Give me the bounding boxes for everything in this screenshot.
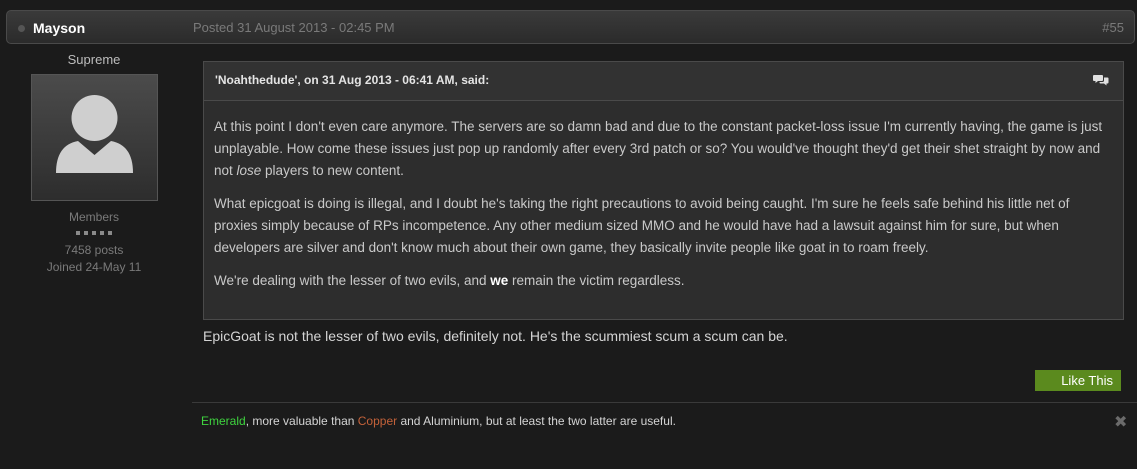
signature-text: and Aluminium, but at least the two latt…	[397, 414, 676, 428]
author-panel: Supreme Members 7458 posts Joined 24-May…	[20, 52, 168, 274]
signature-text: , more valuable than	[245, 414, 358, 428]
quote-header: 'Noahthedude', on 31 Aug 2013 - 06:41 AM…	[204, 62, 1123, 101]
author-post-count: 7458 posts	[64, 243, 124, 257]
reputation-pip	[108, 231, 112, 235]
post-number-link[interactable]: #55	[1102, 20, 1124, 35]
quote-bold: we	[490, 273, 509, 288]
close-signature-icon[interactable]: ✖	[1114, 412, 1127, 432]
view-quote-icon[interactable]	[1093, 74, 1109, 92]
default-user-icon	[55, 95, 133, 173]
signature-emerald-text: Emerald	[201, 414, 246, 428]
quote-paragraph: What epicgoat is doing is illegal, and I…	[214, 196, 1070, 255]
reputation-pip	[92, 231, 96, 235]
author-joined-date: Joined 24-May 11	[46, 260, 142, 274]
quote-body: At this point I don't even care anymore.…	[204, 101, 1123, 292]
reputation-pip	[84, 231, 88, 235]
quote-paragraph: At this point I don't even care anymore.…	[214, 116, 1113, 182]
quote-citation: 'Noahthedude', on 31 Aug 2013 - 06:41 AM…	[215, 73, 490, 87]
author-group: Members	[68, 210, 119, 224]
reputation-pip	[76, 231, 80, 235]
online-status-icon	[18, 25, 25, 32]
reputation-pip	[100, 231, 104, 235]
quote-text: We're dealing with the lesser of two evi…	[214, 273, 491, 288]
quote-emphasis: lose	[236, 163, 262, 178]
like-button[interactable]: Like This	[1035, 370, 1121, 391]
signature-divider	[192, 402, 1137, 403]
author-rank: Supreme	[67, 52, 121, 67]
reputation-pips	[20, 231, 168, 235]
quote-paragraph: We're dealing with the lesser of two evi…	[214, 270, 1113, 292]
avatar[interactable]	[30, 74, 158, 201]
quote-text: players to new content.	[261, 163, 404, 178]
post-header: Mayson Posted 31 August 2013 - 02:45 PM …	[6, 10, 1135, 44]
post-date: Posted 31 August 2013 - 02:45 PM	[193, 20, 395, 35]
author-name-link[interactable]: Mayson	[33, 20, 85, 36]
signature-copper-text: Copper	[357, 414, 398, 428]
quote-text: remain the victim regardless.	[508, 273, 685, 288]
post-body: EpicGoat is not the lesser of two evils,…	[203, 328, 788, 344]
quote-box: 'Noahthedude', on 31 Aug 2013 - 06:41 AM…	[203, 61, 1124, 320]
signature: Emerald, more valuable than Copper and A…	[201, 414, 676, 428]
